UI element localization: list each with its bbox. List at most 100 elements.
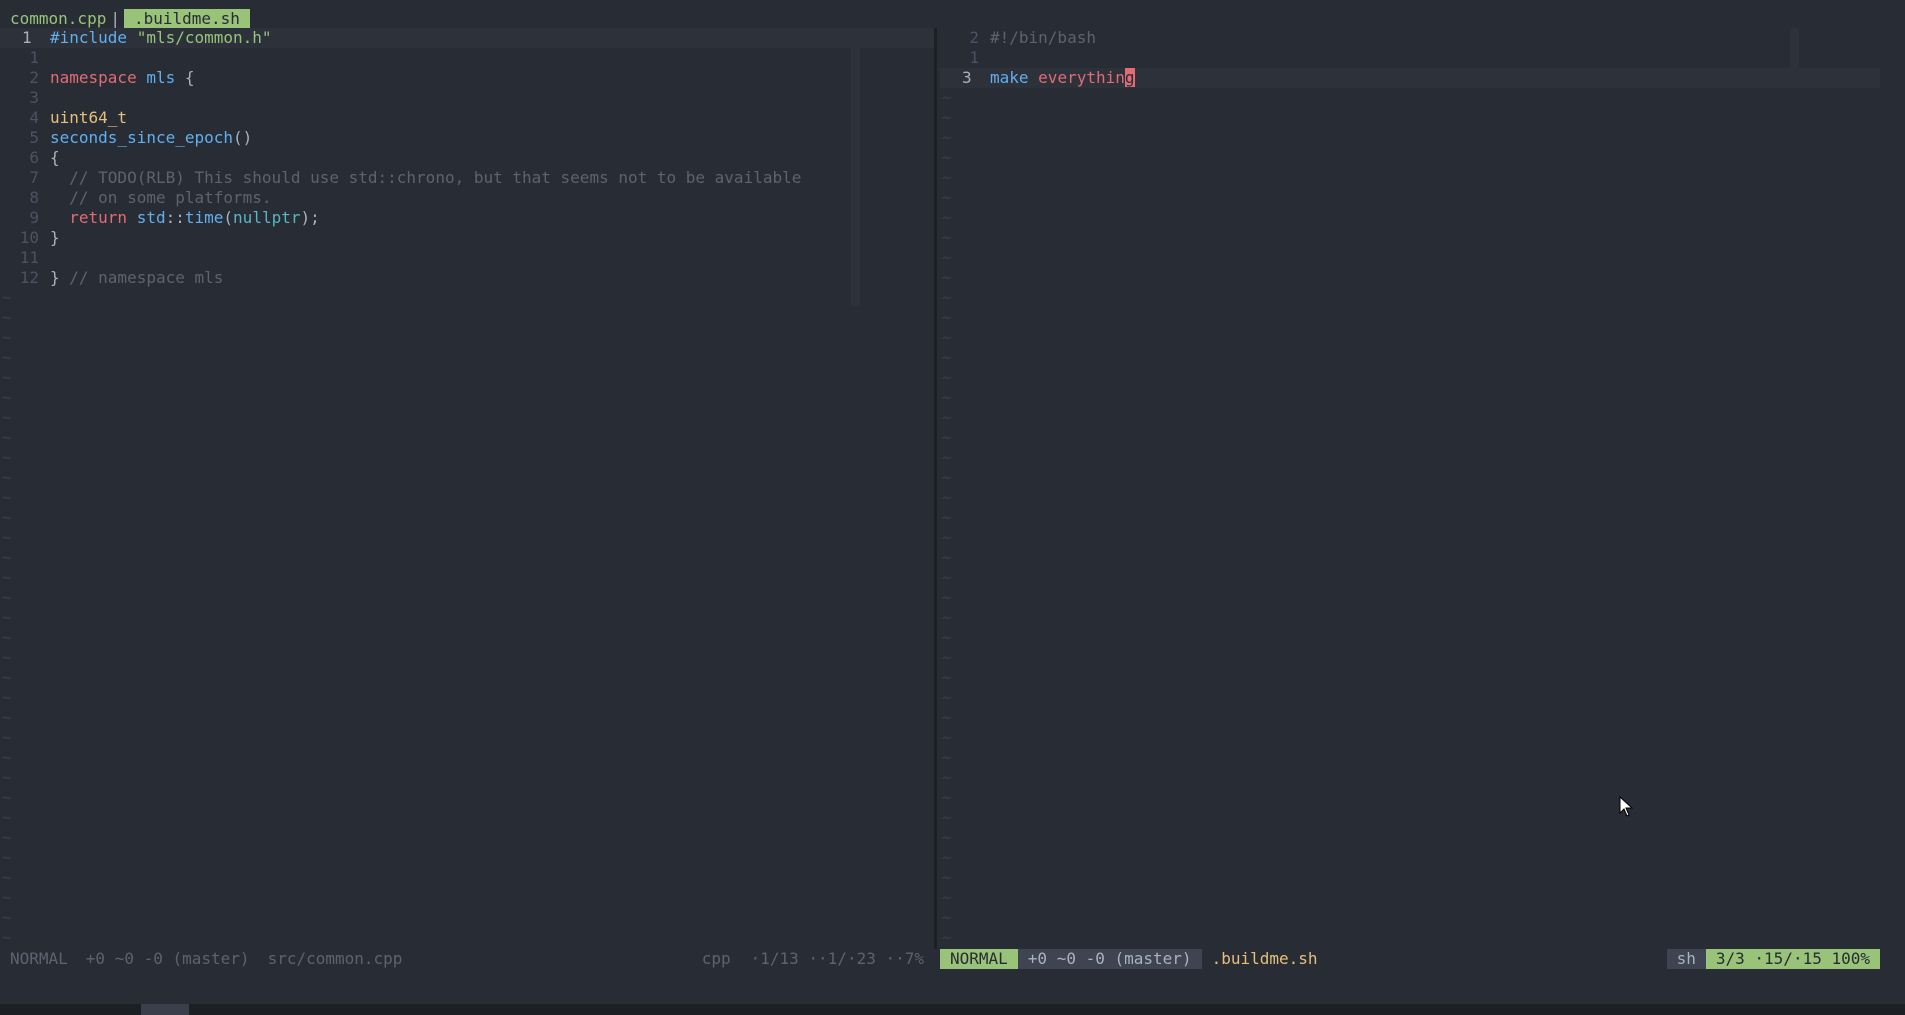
filetype: cpp — [701, 949, 731, 968]
code-line[interactable]: 8 // on some platforms. — [0, 188, 934, 208]
code-line[interactable]: 6{ — [0, 148, 934, 168]
line-number: 9 — [29, 208, 39, 227]
empty-line: ~ — [0, 348, 934, 368]
empty-line: ~ — [940, 668, 1880, 688]
code-line[interactable]: 1 #include "mls/common.h" — [0, 28, 934, 48]
code-token: ); — [300, 208, 320, 227]
empty-line: ~ — [0, 828, 934, 848]
editor-pane-left[interactable]: 1 #include "mls/common.h" 1 2 namespace mls … — [0, 28, 934, 949]
code-line[interactable]: 3 make everything — [940, 68, 1880, 88]
tilde-marker: ~ — [942, 768, 952, 787]
file-path: .buildme.sh — [1211, 949, 1318, 968]
code-token: :: — [165, 208, 185, 227]
code-token: #include — [50, 28, 137, 47]
tilde-marker: ~ — [2, 288, 12, 307]
tilde-marker: ~ — [2, 328, 12, 347]
empty-line: ~ — [0, 548, 934, 568]
line-number: 10 — [19, 228, 39, 247]
editor-pane-right[interactable]: 2 #!/bin/bash 1 3 make everything ~ ~ ~ ~ ~ ~ ~ ~ ~ ~ ~… — [940, 28, 1880, 949]
line-number: 12 — [19, 268, 39, 287]
tilde-marker: ~ — [942, 188, 952, 207]
tab-buildme-sh[interactable]: .buildme.sh — [123, 8, 250, 28]
empty-line: ~ — [0, 288, 934, 308]
code-token: everythin — [1038, 68, 1125, 87]
empty-line: ~ — [0, 508, 934, 528]
cursor-position: ·1/13 ··1/·23 ··7% — [750, 949, 924, 968]
tilde-marker: ~ — [2, 728, 12, 747]
tilde-marker: ~ — [2, 608, 12, 627]
empty-line: ~ — [0, 308, 934, 328]
empty-line: ~ — [940, 368, 1880, 388]
tilde-marker: ~ — [942, 728, 952, 747]
tilde-marker: ~ — [942, 408, 952, 427]
code-token: () — [233, 128, 253, 147]
empty-line: ~ — [940, 108, 1880, 128]
empty-line: ~ — [0, 408, 934, 428]
empty-line: ~ — [940, 168, 1880, 188]
code-line[interactable]: 4 uint64_t — [0, 108, 934, 128]
tilde-marker: ~ — [2, 388, 12, 407]
code-line[interactable]: 3 — [0, 88, 934, 108]
file-path: src/common.cpp — [267, 949, 403, 968]
empty-line: ~ — [940, 928, 1880, 948]
mouse-pointer-icon — [1619, 796, 1634, 817]
tilde-marker: ~ — [2, 668, 12, 687]
code-line[interactable]: 5 seconds_since_epoch() — [0, 128, 934, 148]
line-number: 1 — [969, 48, 979, 67]
tilde-marker: ~ — [942, 528, 952, 547]
tilde-marker: ~ — [942, 568, 952, 587]
command-line[interactable] — [0, 1004, 1905, 1015]
empty-line: ~ — [0, 368, 934, 388]
code-token: namespace — [50, 68, 137, 87]
code-line[interactable]: 2 #!/bin/bash — [940, 28, 1880, 48]
code-token: #!/bin/bash — [990, 28, 1096, 47]
code-line[interactable]: 2 namespace mls { — [0, 68, 934, 88]
code-line[interactable]: 12} // namespace mls — [0, 268, 934, 288]
code-line[interactable]: 9 return std::time(nullptr); — [0, 208, 934, 228]
tilde-marker: ~ — [942, 348, 952, 367]
code-line[interactable]: 11 — [0, 248, 934, 268]
code-token: { — [175, 68, 195, 87]
tilde-marker: ~ — [942, 428, 952, 447]
tilde-marker: ~ — [942, 628, 952, 647]
empty-line: ~ — [0, 588, 934, 608]
empty-line: ~ — [940, 788, 1880, 808]
tab-common-cpp[interactable]: common.cpp — [10, 9, 106, 28]
empty-line: ~ — [0, 648, 934, 668]
empty-line: ~ — [940, 828, 1880, 848]
line-number: 11 — [19, 248, 39, 267]
statusline-right: NORMAL +0 ~0 -0 (master) .buildme.sh sh … — [940, 949, 1880, 969]
tilde-marker: ~ — [2, 708, 12, 727]
empty-line: ~ — [940, 608, 1880, 628]
empty-line: ~ — [940, 628, 1880, 648]
line-number: 1 — [29, 48, 39, 67]
code-token: uint64_t — [50, 108, 128, 127]
vertical-split-divider[interactable] — [934, 28, 937, 949]
code-token: // namespace mls — [69, 268, 224, 287]
line-number: 4 — [29, 108, 39, 127]
code-line[interactable]: 10} — [0, 228, 934, 248]
tabline: common.cpp | .buildme.sh — [0, 8, 250, 28]
code-line[interactable]: 7 // TODO(RLB) This should use std::chro… — [0, 168, 934, 188]
tilde-marker: ~ — [942, 468, 952, 487]
empty-line: ~ — [0, 628, 934, 648]
mode-indicator: NORMAL — [940, 949, 1018, 969]
tilde-marker: ~ — [942, 508, 952, 527]
tilde-marker: ~ — [2, 788, 12, 807]
tilde-marker: ~ — [942, 608, 952, 627]
code-line[interactable]: 1 — [940, 48, 1880, 68]
code-line[interactable]: 1 — [0, 48, 934, 68]
tilde-marker: ~ — [2, 548, 12, 567]
code-token: std — [136, 208, 166, 227]
tilde-marker: ~ — [942, 88, 952, 107]
code-token: // TODO(RLB) This should use std::chrono… — [50, 168, 802, 187]
empty-line: ~ — [940, 588, 1880, 608]
tilde-marker: ~ — [942, 908, 952, 927]
tilde-marker: ~ — [942, 248, 952, 267]
tilde-marker: ~ — [2, 828, 12, 847]
tilde-marker: ~ — [2, 868, 12, 887]
tilde-marker: ~ — [942, 148, 952, 167]
empty-line: ~ — [0, 788, 934, 808]
tilde-marker: ~ — [2, 648, 12, 667]
